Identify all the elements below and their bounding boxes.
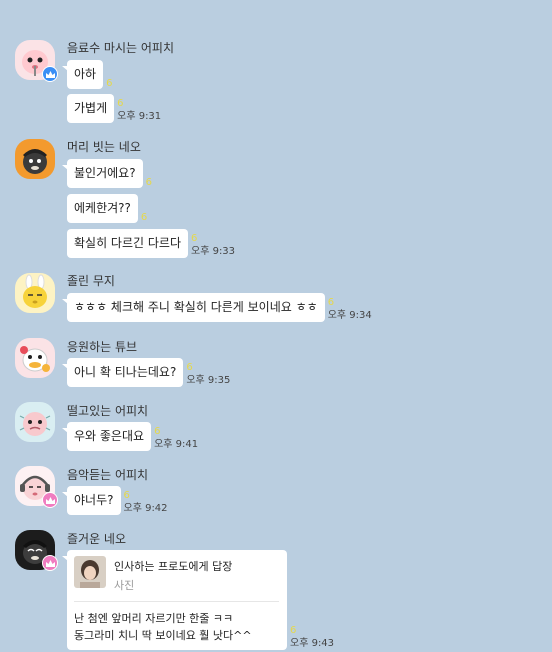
crown-badge-icon [42, 555, 58, 571]
sender-name: 떨고있는 어피치 [67, 404, 149, 418]
message-time: 오후 9:41 [154, 439, 199, 450]
muzi-sleepy-avatar-icon[interactable] [15, 273, 55, 313]
reply-message-card[interactable]: 인사하는 프로도에게 답장 사진 난 첨엔 앞머리 자르기만 한줄 ㅋㅋ 동그라… [62, 550, 287, 650]
sender-name: 머리 빗는 네오 [67, 140, 141, 154]
message-bubble[interactable]: 아니 확 티나는데요? [61, 358, 184, 387]
unread-count: 6 [106, 78, 113, 89]
message-bubble[interactable]: 확실히 다르긴 다르다 [67, 229, 188, 258]
message-time: 오후 9:31 [117, 111, 162, 122]
unread-count: 6 [191, 233, 198, 244]
message-bubble[interactable]: 아하 [61, 60, 104, 89]
unread-count: 6 [327, 297, 335, 308]
apeach-shivering-avatar-icon[interactable] [15, 402, 55, 442]
unread-count: 6 [123, 490, 130, 501]
message-time: 오후 9:35 [186, 375, 231, 386]
crown-badge-icon [42, 66, 58, 82]
message-time: 오후 9:43 [290, 638, 335, 649]
tube-cheering-avatar-icon[interactable] [15, 338, 55, 378]
unread-count: 6 [117, 98, 124, 109]
unread-count: 6 [140, 212, 148, 223]
neo-combing-avatar-icon[interactable] [15, 139, 55, 179]
reply-title: 인사하는 프로도에게 답장 [114, 560, 233, 573]
message-bubble[interactable]: 에케한겨?? [67, 194, 138, 223]
reply-message-text: 난 첨엔 앞머리 자르기만 한줄 ㅋㅋ 동그라미 치니 딱 보이네요 훨 낫다^… [74, 612, 252, 642]
reply-quote[interactable]: 인사하는 프로도에게 답장 사진 [74, 556, 279, 602]
message-bubble[interactable]: 불인거에요? [62, 159, 143, 188]
crown-badge-icon [42, 492, 58, 508]
reply-photo-thumbnail[interactable] [74, 556, 106, 588]
unread-count: 6 [145, 177, 152, 188]
message-time: 오후 9:34 [327, 310, 372, 321]
message-bubble[interactable]: 가볍게 [67, 94, 115, 123]
sender-name: 즐거운 네오 [67, 532, 127, 546]
unread-count: 6 [290, 625, 297, 636]
sender-name: 졸린 무지 [67, 274, 115, 288]
message-time: 오후 9:42 [123, 503, 168, 514]
sender-name: 음악듣는 어피치 [67, 468, 149, 482]
unread-count: 6 [186, 362, 193, 373]
sender-name: 음료수 마시는 어피치 [67, 41, 174, 55]
unread-count: 6 [154, 426, 161, 437]
reply-subtitle: 사진 [114, 579, 135, 592]
sender-name: 응원하는 튜브 [67, 340, 138, 354]
message-time: 오후 9:33 [191, 246, 236, 257]
message-bubble[interactable]: 우와 좋은대요 [61, 422, 152, 451]
message-bubble[interactable]: ㅎㅎㅎ 체크해 주니 확실히 다른게 보이네요 ㅎㅎ [62, 293, 325, 322]
message-bubble[interactable]: 야너두? [62, 486, 121, 515]
